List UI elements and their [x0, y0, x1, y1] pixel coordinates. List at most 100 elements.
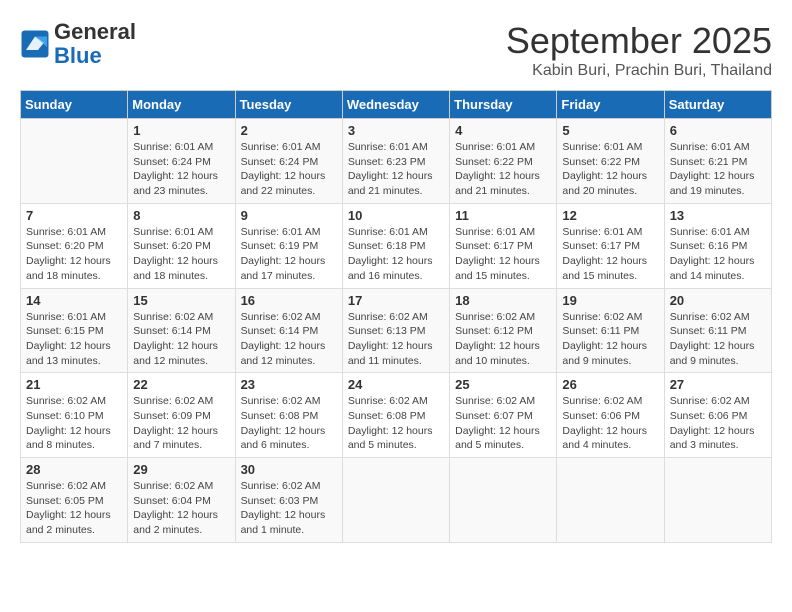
calendar-cell — [450, 458, 557, 543]
calendar-cell — [21, 119, 128, 204]
day-number: 22 — [133, 377, 229, 392]
day-info: Sunrise: 6:02 AMSunset: 6:05 PMDaylight:… — [26, 479, 122, 538]
calendar-cell: 4 Sunrise: 6:01 AMSunset: 6:22 PMDaylight… — [450, 119, 557, 204]
day-info: Sunrise: 6:02 AMSunset: 6:08 PMDaylight:… — [241, 394, 337, 453]
day-number: 29 — [133, 462, 229, 477]
calendar-week-row: 21 Sunrise: 6:02 AMSunset: 6:10 PMDayligh… — [21, 373, 772, 458]
calendar-cell: 2 Sunrise: 6:01 AMSunset: 6:24 PMDaylight… — [235, 119, 342, 204]
month-title: September 2025 — [506, 20, 772, 62]
day-number: 1 — [133, 123, 229, 138]
weekday-header-saturday: Saturday — [664, 91, 771, 119]
calendar-cell: 30Sunrise: 6:02 AMSunset: 6:03 PMDayligh… — [235, 458, 342, 543]
weekday-header-tuesday: Tuesday — [235, 91, 342, 119]
day-info: Sunrise: 6:01 AMSunset: 6:17 PMDaylight:… — [562, 225, 658, 284]
calendar-header: SundayMondayTuesdayWednesdayThursdayFrid… — [21, 91, 772, 119]
calendar-cell: 19 Sunrise: 6:02 AMSunset: 6:11 PMDayligh… — [557, 288, 664, 373]
calendar-cell: 28Sunrise: 6:02 AMSunset: 6:05 PMDayligh… — [21, 458, 128, 543]
day-info: Sunrise: 6:02 AMSunset: 6:04 PMDaylight:… — [133, 479, 229, 538]
calendar-table: SundayMondayTuesdayWednesdayThursdayFrid… — [20, 90, 772, 543]
day-number: 14 — [26, 293, 122, 308]
day-info: Sunrise: 6:02 AMSunset: 6:08 PMDaylight:… — [348, 394, 444, 453]
day-number: 8 — [133, 208, 229, 223]
calendar-week-row: 14 Sunrise: 6:01 AMSunset: 6:15 PMDayligh… — [21, 288, 772, 373]
day-info: Sunrise: 6:01 AMSunset: 6:15 PMDaylight:… — [26, 310, 122, 369]
calendar-week-row: 1 Sunrise: 6:01 AMSunset: 6:24 PMDaylight… — [21, 119, 772, 204]
logo-line2: Blue — [54, 44, 136, 68]
calendar-cell: 17Sunrise: 6:02 AMSunset: 6:13 PMDayligh… — [342, 288, 449, 373]
calendar-cell: 1 Sunrise: 6:01 AMSunset: 6:24 PMDaylight… — [128, 119, 235, 204]
calendar-cell: 13 Sunrise: 6:01 AMSunset: 6:16 PMDayligh… — [664, 203, 771, 288]
day-number: 23 — [241, 377, 337, 392]
calendar-cell: 7 Sunrise: 6:01 AMSunset: 6:20 PMDaylight… — [21, 203, 128, 288]
day-info: Sunrise: 6:02 AMSunset: 6:11 PMDaylight:… — [670, 310, 766, 369]
weekday-header-sunday: Sunday — [21, 91, 128, 119]
day-number: 13 — [670, 208, 766, 223]
calendar-cell: 22 Sunrise: 6:02 AMSunset: 6:09 PMDayligh… — [128, 373, 235, 458]
title-block: September 2025 Kabin Buri, Prachin Buri,… — [506, 20, 772, 80]
day-number: 25 — [455, 377, 551, 392]
calendar-cell: 6Sunrise: 6:01 AMSunset: 6:21 PMDaylight… — [664, 119, 771, 204]
day-info: Sunrise: 6:01 AMSunset: 6:23 PMDaylight:… — [348, 140, 444, 199]
calendar-cell — [557, 458, 664, 543]
calendar-cell: 10 Sunrise: 6:01 AMSunset: 6:18 PMDayligh… — [342, 203, 449, 288]
day-number: 11 — [455, 208, 551, 223]
day-info: Sunrise: 6:02 AMSunset: 6:06 PMDaylight:… — [670, 394, 766, 453]
day-info: Sunrise: 6:02 AMSunset: 6:09 PMDaylight:… — [133, 394, 229, 453]
logo-icon — [20, 29, 50, 59]
day-number: 7 — [26, 208, 122, 223]
day-info: Sunrise: 6:02 AMSunset: 6:11 PMDaylight:… — [562, 310, 658, 369]
calendar-cell: 9Sunrise: 6:01 AMSunset: 6:19 PMDaylight… — [235, 203, 342, 288]
day-info: Sunrise: 6:01 AMSunset: 6:24 PMDaylight:… — [133, 140, 229, 199]
day-info: Sunrise: 6:01 AMSunset: 6:22 PMDaylight:… — [455, 140, 551, 199]
day-info: Sunrise: 6:02 AMSunset: 6:14 PMDaylight:… — [133, 310, 229, 369]
day-info: Sunrise: 6:02 AMSunset: 6:06 PMDaylight:… — [562, 394, 658, 453]
calendar-cell: 12 Sunrise: 6:01 AMSunset: 6:17 PMDayligh… — [557, 203, 664, 288]
day-info: Sunrise: 6:01 AMSunset: 6:17 PMDaylight:… — [455, 225, 551, 284]
day-info: Sunrise: 6:01 AMSunset: 6:24 PMDaylight:… — [241, 140, 337, 199]
day-number: 16 — [241, 293, 337, 308]
day-number: 24 — [348, 377, 444, 392]
day-number: 18 — [455, 293, 551, 308]
calendar-cell: 3 Sunrise: 6:01 AMSunset: 6:23 PMDaylight… — [342, 119, 449, 204]
weekday-header-friday: Friday — [557, 91, 664, 119]
calendar-cell: 15Sunrise: 6:02 AMSunset: 6:14 PMDayligh… — [128, 288, 235, 373]
calendar-cell: 16 Sunrise: 6:02 AMSunset: 6:14 PMDayligh… — [235, 288, 342, 373]
day-number: 9 — [241, 208, 337, 223]
logo: General Blue — [20, 20, 136, 68]
calendar-cell: 14 Sunrise: 6:01 AMSunset: 6:15 PMDayligh… — [21, 288, 128, 373]
logo-line1: General — [54, 20, 136, 44]
day-info: Sunrise: 6:01 AMSunset: 6:16 PMDaylight:… — [670, 225, 766, 284]
day-info: Sunrise: 6:02 AMSunset: 6:14 PMDaylight:… — [241, 310, 337, 369]
day-number: 20 — [670, 293, 766, 308]
calendar-cell: 26Sunrise: 6:02 AMSunset: 6:06 PMDayligh… — [557, 373, 664, 458]
calendar-cell: 11 Sunrise: 6:01 AMSunset: 6:17 PMDayligh… — [450, 203, 557, 288]
calendar-week-row: 7 Sunrise: 6:01 AMSunset: 6:20 PMDaylight… — [21, 203, 772, 288]
day-number: 3 — [348, 123, 444, 138]
day-number: 21 — [26, 377, 122, 392]
day-number: 10 — [348, 208, 444, 223]
calendar-cell: 24 Sunrise: 6:02 AMSunset: 6:08 PMDayligh… — [342, 373, 449, 458]
page-header: General Blue September 2025 Kabin Buri, … — [20, 20, 772, 80]
day-info: Sunrise: 6:01 AMSunset: 6:20 PMDaylight:… — [133, 225, 229, 284]
calendar-cell — [664, 458, 771, 543]
calendar-cell: 8 Sunrise: 6:01 AMSunset: 6:20 PMDaylight… — [128, 203, 235, 288]
calendar-cell: 21 Sunrise: 6:02 AMSunset: 6:10 PMDayligh… — [21, 373, 128, 458]
calendar-body: 1 Sunrise: 6:01 AMSunset: 6:24 PMDaylight… — [21, 119, 772, 543]
weekday-header-thursday: Thursday — [450, 91, 557, 119]
calendar-cell: 20 Sunrise: 6:02 AMSunset: 6:11 PMDayligh… — [664, 288, 771, 373]
day-number: 2 — [241, 123, 337, 138]
day-number: 27 — [670, 377, 766, 392]
day-number: 19 — [562, 293, 658, 308]
calendar-week-row: 28Sunrise: 6:02 AMSunset: 6:05 PMDayligh… — [21, 458, 772, 543]
day-number: 17 — [348, 293, 444, 308]
weekday-header-monday: Monday — [128, 91, 235, 119]
day-info: Sunrise: 6:01 AMSunset: 6:20 PMDaylight:… — [26, 225, 122, 284]
day-number: 4 — [455, 123, 551, 138]
day-info: Sunrise: 6:02 AMSunset: 6:03 PMDaylight:… — [241, 479, 337, 538]
calendar-cell: 25Sunrise: 6:02 AMSunset: 6:07 PMDayligh… — [450, 373, 557, 458]
day-number: 12 — [562, 208, 658, 223]
day-number: 5 — [562, 123, 658, 138]
day-info: Sunrise: 6:01 AMSunset: 6:18 PMDaylight:… — [348, 225, 444, 284]
day-number: 6 — [670, 123, 766, 138]
day-info: Sunrise: 6:02 AMSunset: 6:10 PMDaylight:… — [26, 394, 122, 453]
